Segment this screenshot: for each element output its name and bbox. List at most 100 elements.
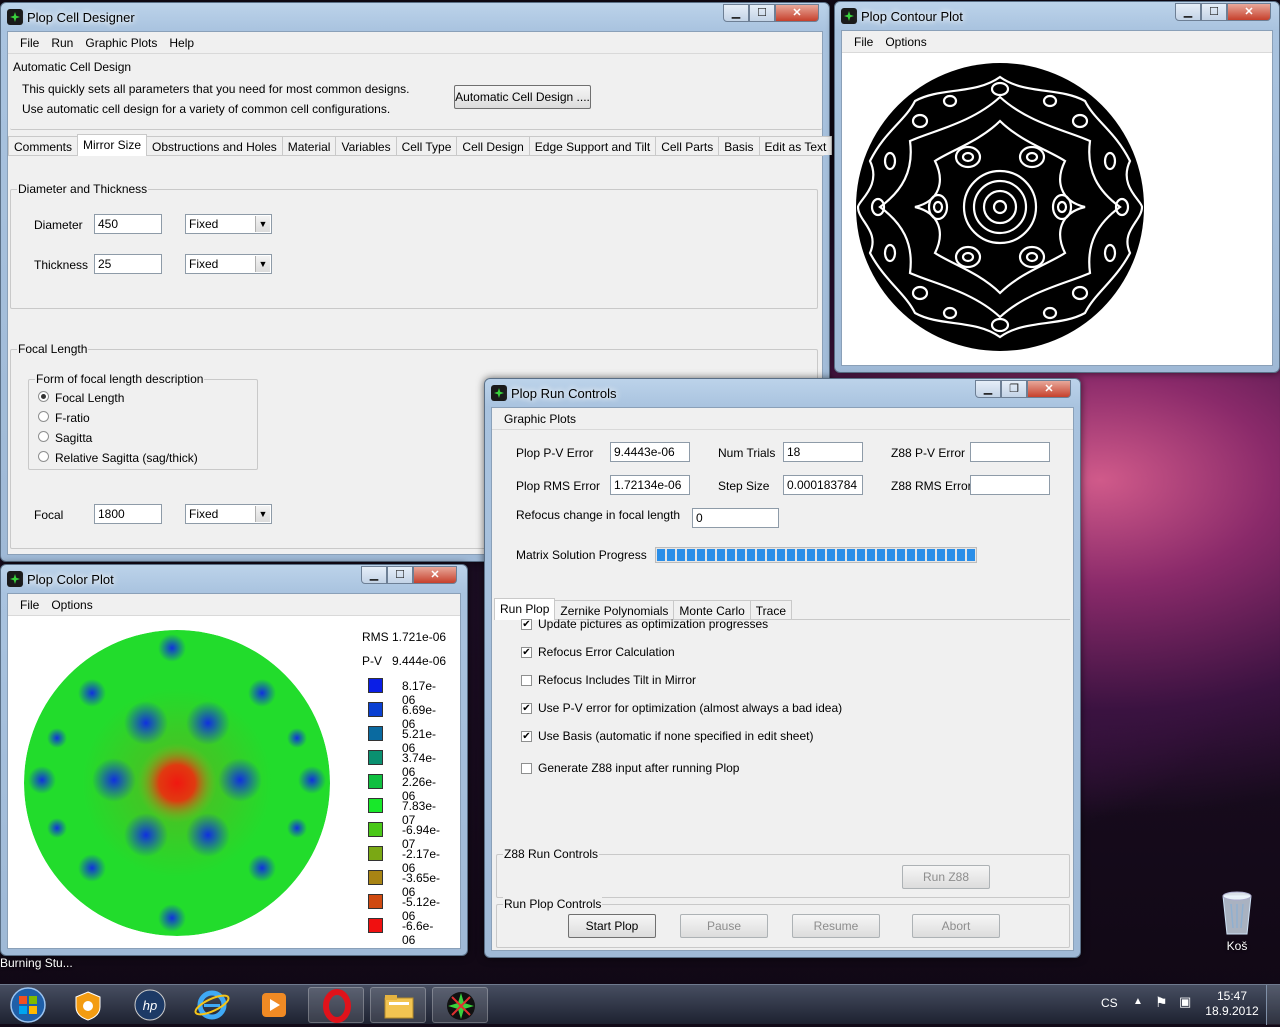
diameter-label: Diameter bbox=[34, 218, 83, 232]
network-icon[interactable]: ▣ bbox=[1179, 994, 1191, 1010]
abort-button[interactable]: Abort bbox=[912, 914, 1000, 938]
step-size-field[interactable] bbox=[783, 475, 863, 495]
diameter-input[interactable] bbox=[94, 214, 162, 234]
option-checkbox[interactable]: ✔ bbox=[521, 731, 532, 742]
thickness-mode-select[interactable]: Fixed ▼ bbox=[185, 254, 272, 274]
contour-plot-titlebar[interactable]: Plop Contour Plot ▁ ☐ ✕ bbox=[835, 2, 1279, 30]
pv-error-field[interactable] bbox=[610, 442, 690, 462]
option-checkbox[interactable]: ✔ bbox=[521, 619, 532, 630]
ie-taskbar-button[interactable] bbox=[184, 987, 240, 1023]
recycle-bin[interactable]: Koš bbox=[1212, 890, 1262, 953]
opera-taskbar-button[interactable] bbox=[308, 987, 364, 1023]
tab-basis[interactable]: Basis bbox=[718, 136, 760, 155]
menu-options[interactable]: Options bbox=[45, 594, 98, 615]
close-icon[interactable]: ✕ bbox=[1227, 3, 1271, 21]
z88-pv-field[interactable] bbox=[970, 442, 1050, 462]
tab-cell-design[interactable]: Cell Design bbox=[456, 136, 530, 155]
tab-cell-parts[interactable]: Cell Parts bbox=[655, 136, 720, 155]
maximize-icon[interactable]: ☐ bbox=[749, 4, 775, 22]
menu-help[interactable]: Help bbox=[163, 32, 200, 53]
option-checkbox[interactable] bbox=[521, 763, 532, 774]
option-checkbox[interactable]: ✔ bbox=[521, 703, 532, 714]
cell-designer-titlebar[interactable]: Plop Cell Designer ▁ ☐ ✕ bbox=[1, 3, 829, 31]
menu-file[interactable]: File bbox=[14, 32, 45, 53]
rms-label: RMS bbox=[362, 630, 389, 644]
contour-disk bbox=[856, 63, 1144, 351]
rms-value: 1.721e-06 bbox=[392, 630, 447, 644]
tab-mirror-size[interactable]: Mirror Size bbox=[77, 134, 148, 156]
restore-icon[interactable]: ❐ bbox=[1001, 380, 1027, 398]
thickness-input[interactable] bbox=[94, 254, 162, 274]
clock[interactable]: 15:47 18.9.2012 bbox=[1202, 989, 1262, 1019]
run-z88-button[interactable]: Run Z88 bbox=[902, 865, 990, 889]
legend-swatch bbox=[368, 702, 383, 717]
radio-f-ratio[interactable] bbox=[38, 411, 49, 422]
radio-sagitta[interactable] bbox=[38, 431, 49, 442]
start-button[interactable] bbox=[4, 986, 52, 1024]
show-desktop-button[interactable] bbox=[1266, 985, 1280, 1025]
run-controls-window: Plop Run Controls ▁ ❐ ✕ Graphic Plots Plop… bbox=[484, 378, 1081, 958]
minimize-icon[interactable]: ▁ bbox=[1175, 3, 1201, 21]
step-size-label: Step Size bbox=[718, 479, 770, 493]
radio-relative-sagitta[interactable] bbox=[38, 451, 49, 462]
resume-button[interactable]: Resume bbox=[792, 914, 880, 938]
select-value: Fixed bbox=[189, 217, 219, 231]
close-icon[interactable]: ✕ bbox=[413, 566, 457, 584]
diameter-thickness-group: Diameter and Thickness bbox=[10, 182, 818, 309]
rms-error-field[interactable] bbox=[610, 475, 690, 495]
tab-variables[interactable]: Variables bbox=[335, 136, 397, 155]
group-label: Focal Length bbox=[17, 342, 89, 356]
plop-taskbar-button[interactable] bbox=[432, 987, 488, 1023]
focal-input[interactable] bbox=[94, 504, 162, 524]
minimize-icon[interactable]: ▁ bbox=[723, 4, 749, 22]
chevron-up-icon[interactable]: ▲ bbox=[1133, 996, 1143, 1007]
refocus-label: Refocus change in focal length bbox=[516, 508, 681, 522]
menu-file[interactable]: File bbox=[848, 31, 879, 52]
tab-edit-as-text[interactable]: Edit as Text bbox=[758, 136, 833, 155]
close-icon[interactable]: ✕ bbox=[775, 4, 819, 22]
tab-comments[interactable]: Comments bbox=[8, 136, 79, 155]
maximize-icon[interactable]: ☐ bbox=[387, 566, 413, 584]
hp-taskbar-button[interactable]: hp bbox=[122, 987, 178, 1023]
tab-obstructions[interactable]: Obstructions and Holes bbox=[146, 136, 283, 155]
plop-app-icon bbox=[491, 385, 507, 401]
minimize-icon[interactable]: ▁ bbox=[975, 380, 1001, 398]
focal-mode-select[interactable]: Fixed ▼ bbox=[185, 504, 272, 524]
plop-icon bbox=[447, 992, 475, 1020]
start-plop-button[interactable]: Start Plop bbox=[568, 914, 656, 938]
run-controls-titlebar[interactable]: Plop Run Controls ▁ ❐ ✕ bbox=[485, 379, 1080, 407]
z88-rms-field[interactable] bbox=[970, 475, 1050, 495]
diameter-mode-select[interactable]: Fixed ▼ bbox=[185, 214, 272, 234]
focal-label: Focal bbox=[34, 508, 64, 522]
menu-graphic-plots[interactable]: Graphic Plots bbox=[498, 408, 582, 429]
close-icon[interactable]: ✕ bbox=[1027, 380, 1071, 398]
refocus-field[interactable] bbox=[692, 508, 779, 528]
option-label: Refocus Includes Tilt in Mirror bbox=[538, 673, 697, 687]
radio-focal-length[interactable] bbox=[38, 391, 49, 402]
explorer-taskbar-button[interactable] bbox=[370, 987, 426, 1023]
automatic-cell-design-button[interactable]: Automatic Cell Design .... bbox=[454, 85, 591, 109]
menu-options[interactable]: Options bbox=[879, 31, 932, 52]
flag-icon[interactable]: ⚑ bbox=[1155, 994, 1168, 1011]
tab-edge-support[interactable]: Edge Support and Tilt bbox=[528, 136, 657, 155]
avast-taskbar-button[interactable] bbox=[60, 987, 116, 1023]
menu-graphic-plots[interactable]: Graphic Plots bbox=[79, 32, 163, 53]
tab-material[interactable]: Material bbox=[281, 136, 337, 155]
option-checkbox[interactable]: ✔ bbox=[521, 647, 532, 658]
media-player-taskbar-button[interactable] bbox=[246, 987, 302, 1023]
legend-value: -6.6e-06 bbox=[402, 919, 434, 947]
minimize-icon[interactable]: ▁ bbox=[361, 566, 387, 584]
maximize-icon[interactable]: ☐ bbox=[1201, 3, 1227, 21]
progress-fill bbox=[657, 549, 975, 561]
tab-cell-type[interactable]: Cell Type bbox=[395, 136, 458, 155]
legend-swatch bbox=[368, 774, 383, 789]
num-trials-field[interactable] bbox=[783, 442, 863, 462]
option-checkbox[interactable] bbox=[521, 675, 532, 686]
language-indicator[interactable]: CS bbox=[1101, 996, 1118, 1010]
pv-label: P-V bbox=[362, 654, 383, 668]
menu-run[interactable]: Run bbox=[45, 32, 79, 53]
pause-button[interactable]: Pause bbox=[680, 914, 768, 938]
menu-file[interactable]: File bbox=[14, 594, 45, 615]
color-plot-titlebar[interactable]: Plop Color Plot ▁ ☐ ✕ bbox=[1, 565, 467, 593]
option-label: Use P-V error for optimization (almost a… bbox=[538, 701, 843, 715]
